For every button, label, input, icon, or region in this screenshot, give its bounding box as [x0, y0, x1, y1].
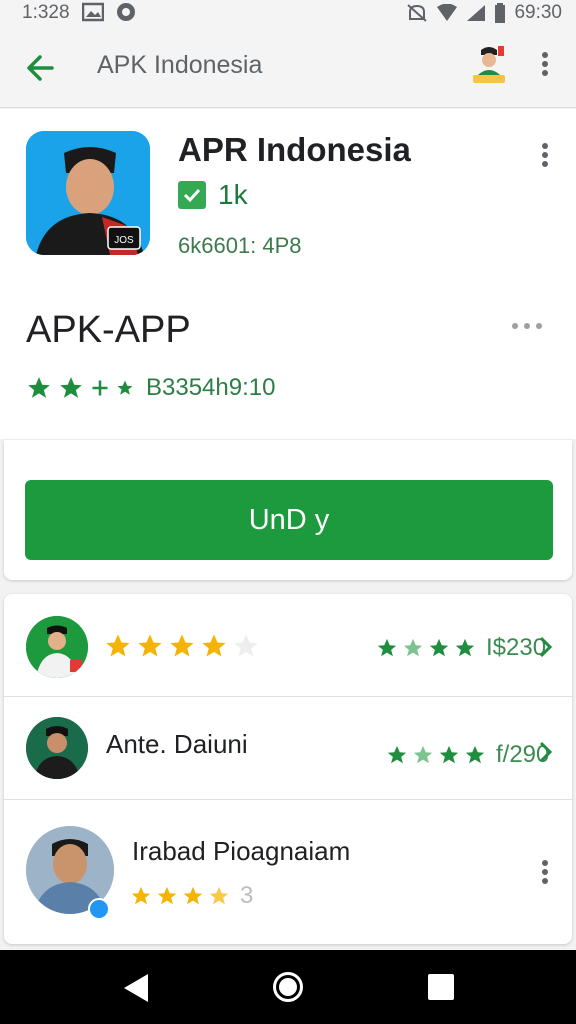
review-stars: 3 [130, 882, 253, 910]
star-icon [202, 634, 226, 657]
star-icon [413, 745, 433, 764]
review-overflow-menu[interactable] [535, 856, 555, 888]
nav-recents-icon[interactable] [428, 974, 454, 1000]
app-name: APR Indonesia [178, 131, 411, 168]
star-icon [157, 886, 177, 905]
star-icon [209, 886, 229, 905]
silent-mode-icon [407, 4, 428, 22]
action-card: UnD y [4, 440, 572, 580]
star-icon [429, 638, 449, 657]
app-info-card: JOS APR Indonesia 1k 6k6601: 4P8 APK-APP… [0, 109, 576, 439]
review-stars [104, 632, 260, 660]
app-rating: B3354h9:10 [26, 374, 275, 402]
star-icon [465, 745, 485, 764]
reviewer-avatar [26, 717, 88, 779]
review-row[interactable]: Ante. Daiuni f/290 [4, 697, 572, 800]
nav-back-icon[interactable] [122, 972, 150, 1004]
star-icon [439, 745, 459, 764]
star-icon [28, 377, 50, 398]
arrow-back-icon [27, 55, 54, 81]
app-icon: JOS [26, 131, 150, 255]
verified-check-icon [178, 181, 206, 209]
section-title: APK-APP [26, 309, 191, 351]
rating-text: B3354h9:10 [146, 374, 276, 401]
star-icon [387, 745, 407, 764]
battery-icon [495, 3, 506, 23]
install-button[interactable]: UnD y [25, 480, 553, 560]
reviewer-name: Irabad Pioagnaiam [132, 836, 351, 866]
download-count: 1k [218, 179, 248, 210]
star-icon [377, 638, 397, 657]
status-clock: 69:30 [514, 2, 562, 23]
star-icon [138, 634, 162, 657]
reviewer-avatar [26, 616, 88, 678]
chevron-right-icon[interactable] [536, 634, 556, 660]
nav-home-icon[interactable] [273, 972, 303, 1002]
reviews-card: I$230 Ante. Daiuni f/290 Irabad Pioagnai… [4, 594, 572, 944]
star-empty-icon [234, 634, 258, 657]
cell-signal-icon [467, 5, 486, 21]
shield-notification-icon [117, 3, 135, 21]
review-row[interactable]: I$230 [4, 594, 572, 697]
profile-avatar-icon[interactable] [470, 42, 508, 86]
review-green-stars: I$230 [376, 634, 546, 662]
chevron-right-icon[interactable] [536, 739, 556, 765]
star-icon [131, 886, 151, 905]
star-icon [183, 886, 203, 905]
star-icon [455, 638, 475, 657]
verified-badge-icon [88, 898, 110, 920]
reviewer-name: Ante. Daiuni [106, 729, 248, 759]
star-icon [117, 380, 133, 395]
star-outline-icon [92, 380, 108, 396]
review-row[interactable]: Irabad Pioagnaiam 3 [4, 800, 572, 944]
star-icon [106, 634, 130, 657]
star-icon [403, 638, 423, 657]
status-left-icons [82, 2, 136, 22]
app-icon-badge-text: JOS [114, 235, 134, 246]
back-button[interactable] [22, 48, 62, 88]
app-meta: 6k6601: 4P8 [178, 233, 302, 258]
section-more-icon[interactable] [512, 323, 542, 329]
status-right: 69:30 [406, 2, 562, 24]
app-bar: APK Indonesia [0, 26, 576, 108]
star-icon [170, 634, 194, 657]
image-notification-icon [82, 2, 104, 22]
system-nav-bar [0, 950, 576, 1024]
review-green-stars: f/290 [386, 741, 549, 769]
status-time: 1:328 [22, 2, 70, 23]
review-count: 3 [240, 882, 254, 909]
downloads-row: 1k [178, 179, 248, 211]
app-bar-overflow-menu[interactable] [535, 48, 555, 80]
app-overflow-menu[interactable] [535, 139, 555, 171]
status-bar: 1:328 69:30 [0, 0, 576, 26]
app-bar-title: APK Indonesia [97, 51, 263, 79]
star-icon [60, 377, 82, 398]
wifi-icon [437, 4, 458, 21]
